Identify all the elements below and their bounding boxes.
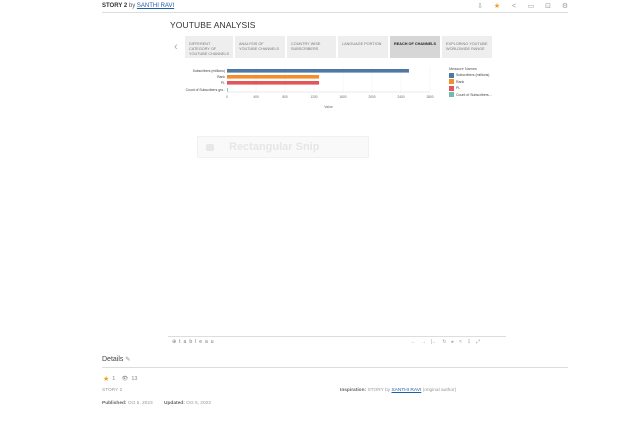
fullscreen-icon[interactable]: ⤢: [476, 339, 480, 345]
x-tick-label: 2000: [368, 95, 375, 99]
x-tick-label: 400: [253, 95, 259, 99]
story-title-header: STORY 2: [102, 3, 128, 9]
legend-label: PL: [456, 86, 461, 91]
legend-swatch: [449, 92, 454, 98]
top-toolbar: ⇩ ★ < ▭ ⊡ ⚙: [476, 2, 569, 11]
story-header: STORY 2 by SANTHI RAVI: [102, 3, 174, 9]
legend-label: Count of Subscribers...: [456, 92, 492, 97]
inspiration-author-link[interactable]: SANTHI RAVI: [391, 388, 421, 393]
details-title: Details: [102, 356, 124, 363]
bar[interactable]: [227, 75, 320, 79]
favorite-icon[interactable]: ★: [493, 2, 501, 11]
legend-item: Count of Subscribers...: [449, 92, 509, 99]
bar[interactable]: [227, 88, 228, 92]
redo-icon[interactable]: →: [421, 339, 426, 345]
x-tick-label: 2400: [397, 95, 404, 99]
category-label: Count of Subscribers gro..: [186, 88, 225, 92]
category-label: PL: [221, 81, 225, 85]
dates: Published: Oct 5, 2023 Updated: Oct 5, 2…: [102, 401, 211, 406]
views-icon: 👁: [121, 376, 129, 382]
refresh-icon[interactable]: ↻: [442, 339, 446, 345]
legend-label: Subscribers (millions): [456, 73, 490, 78]
x-axis-label: Value: [324, 105, 333, 109]
legend-swatch: [449, 85, 454, 91]
fullscreen-icon[interactable]: ⊡: [544, 2, 552, 11]
nav-prev-icon[interactable]: ‹: [174, 42, 178, 53]
settings-icon[interactable]: ⚙: [561, 2, 569, 11]
pause-icon[interactable]: ▸: [452, 339, 455, 345]
author-link[interactable]: SANTHI RAVI: [137, 3, 174, 9]
views-count: 13: [131, 376, 138, 382]
edit-icon[interactable]: ✎: [125, 357, 130, 363]
by-label: by: [128, 3, 136, 9]
x-tick-label: 1200: [310, 95, 317, 99]
inspiration-label: Inspiration:: [340, 388, 367, 393]
stats: ★ 1 👁 13: [103, 375, 137, 383]
story-point-tab[interactable]: REACH OF CHANNELS: [390, 36, 441, 58]
camera-icon: [206, 144, 214, 151]
tableau-toolbar: ⊕ t a b l e a u ← → |← ↻ ▸ < ⇩ ⤢: [168, 336, 506, 346]
story-point-tab[interactable]: DIFFERENT CATEGORY OF YOUTUBE CHANNELS: [185, 36, 234, 58]
story-title: YOUTUBE ANALYSIS: [170, 20, 256, 30]
published-date: Oct 5, 2023: [127, 401, 153, 406]
legend-label: Rank: [456, 79, 465, 84]
bar-chart: Subscribers (millions) Rank PL Count of Sub…: [186, 66, 434, 109]
x-tick-label: 800: [282, 95, 288, 99]
revert-icon[interactable]: |←: [431, 339, 437, 345]
legend-swatch: [449, 79, 454, 85]
story-point-tab[interactable]: LANGUAGE PORTION: [338, 36, 389, 58]
bar[interactable]: [227, 81, 320, 85]
legend-title: Measure Names: [449, 67, 477, 71]
category-label: Rank: [217, 75, 225, 79]
story-navigator: ‹ › DIFFERENT CATEGORY OF YOUTUBE CHANNE…: [170, 36, 500, 58]
chart-legend: Measure Names Subscribers (millions) Rank…: [449, 67, 509, 98]
story-point-tab[interactable]: EXPLORING YOUTUBE WORLDWIDE RANGE: [442, 36, 493, 58]
favorite-count: 1: [112, 376, 116, 382]
divider: [102, 367, 568, 368]
story-point-tab[interactable]: COUNTRY WISE SUBSCRIBERS: [287, 36, 337, 58]
x-tick-label: 1600: [339, 95, 346, 99]
download-icon[interactable]: ⇩: [467, 339, 471, 345]
comment-icon[interactable]: ▭: [527, 2, 535, 11]
bar[interactable]: [227, 69, 409, 73]
undo-icon[interactable]: ←: [411, 339, 416, 345]
details-heading: Details ✎: [102, 356, 130, 363]
story-point-tab[interactable]: ANALYSIS OF YOUTUBE CHANNELS: [235, 36, 286, 58]
inspiration-suffix: (original author): [422, 388, 457, 393]
story-subtitle: STORY 2: [102, 388, 123, 393]
x-tick-label: 2800: [426, 95, 433, 99]
favorite-star-icon[interactable]: ★: [103, 375, 109, 383]
legend-swatch: [449, 72, 454, 78]
category-label: Subscribers (millions): [193, 69, 225, 73]
rectangular-snip-overlay: Rectangular Snip: [197, 136, 369, 158]
share-icon[interactable]: <: [459, 339, 462, 345]
divider: [102, 12, 568, 13]
toolbar-icons: ← → |← ↻ ▸ < ⇩ ⤢: [411, 339, 480, 345]
snip-label: Rectangular Snip: [229, 141, 320, 153]
inspiration: Inspiration: STORY by SANTHI RAVI (origi…: [340, 388, 456, 393]
updated-label: Updated:: [164, 401, 185, 406]
share-icon[interactable]: <: [510, 2, 518, 11]
download-icon[interactable]: ⇩: [476, 2, 484, 11]
x-tick-label: 0: [226, 95, 228, 99]
updated-date: Oct 5, 2023: [186, 401, 211, 406]
published-label: Published:: [102, 401, 127, 406]
inspiration-prefix: STORY by: [367, 388, 391, 393]
tableau-logo[interactable]: ⊕ t a b l e a u: [172, 339, 214, 345]
